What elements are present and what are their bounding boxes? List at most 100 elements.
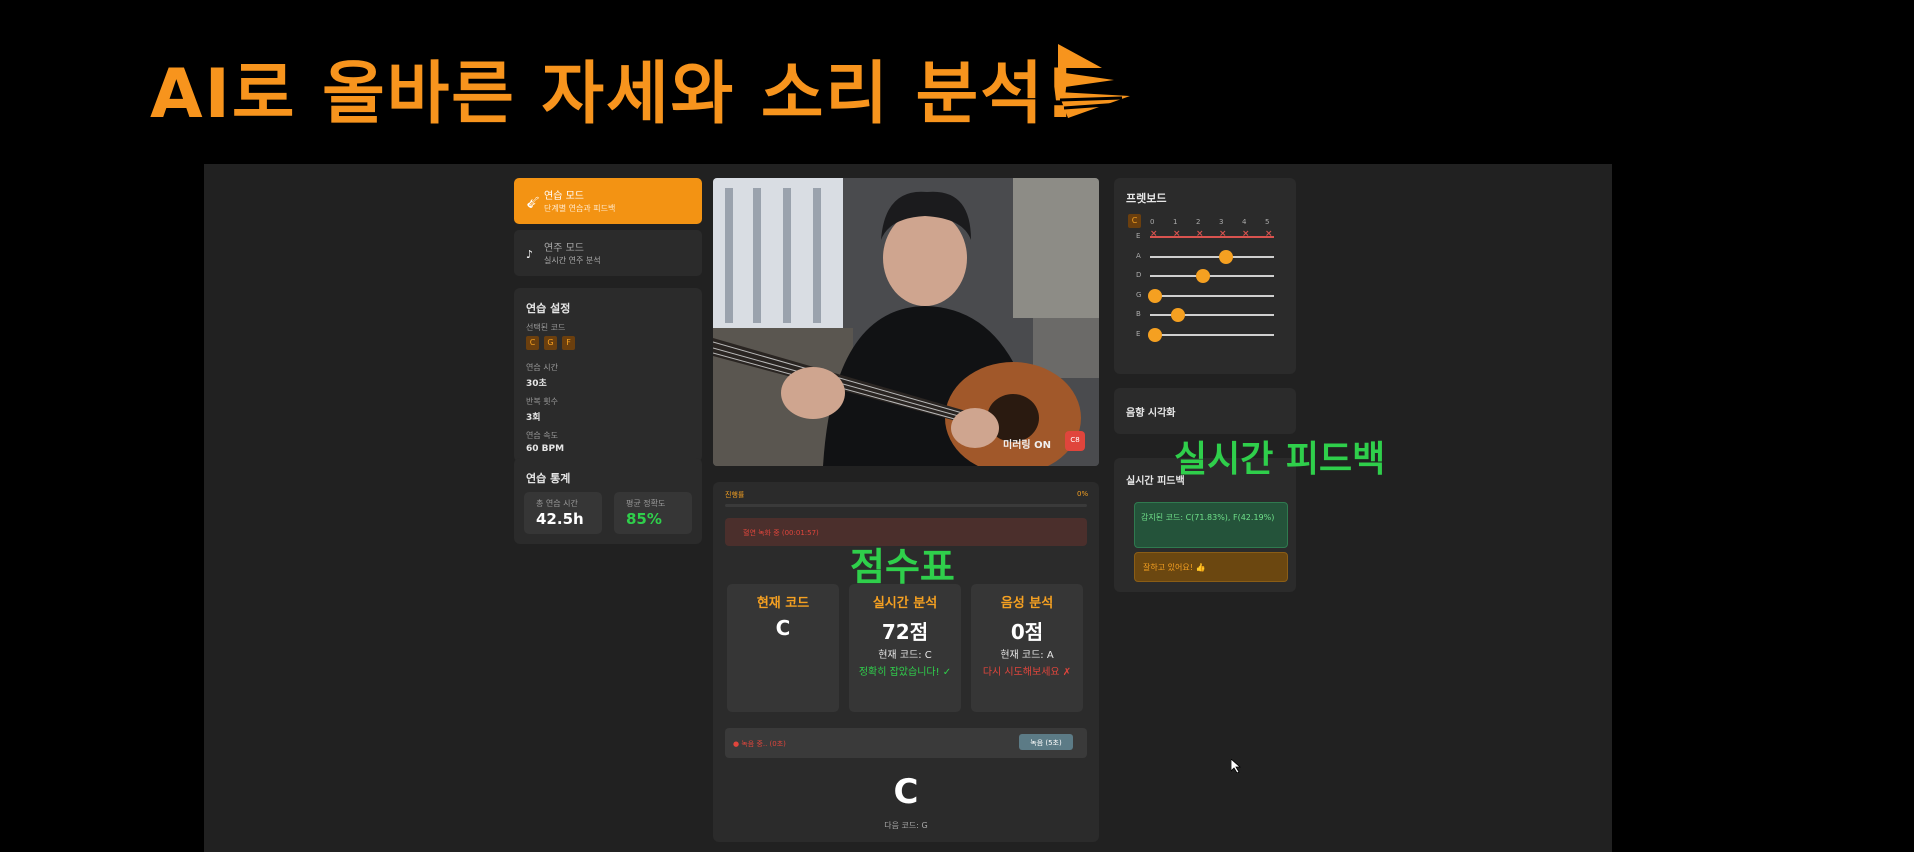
guitar-icon: 🎸︎ (526, 196, 540, 209)
card-main: 72점 (881, 620, 929, 644)
muted-x-icon: × (1219, 229, 1227, 239)
chord-chip[interactable]: F (562, 336, 575, 350)
string-name: E (1136, 232, 1141, 240)
score-board-caption: 점수표 (850, 545, 955, 589)
fretboard-panel: 프렛보드 C 0 1 2 3 4 5 E A D G B E × × × × × × (1114, 178, 1296, 374)
record-button[interactable]: C8 (1065, 431, 1085, 451)
accuracy-value: 85% (626, 510, 662, 528)
muted-x-icon: × (1265, 229, 1273, 239)
string-name: A (1136, 251, 1141, 260)
card-title: 현재 코드 (756, 596, 810, 611)
card-title: 음성 분석 (1000, 596, 1054, 611)
camera-record-icon: C8 (1070, 436, 1080, 444)
string-name: B (1136, 310, 1141, 318)
panel-title: 음향 시각화 (1126, 408, 1176, 419)
fret-number: 2 (1196, 218, 1201, 226)
panel-title: 프렛보드 (1126, 192, 1167, 205)
finger-dot (1219, 249, 1234, 264)
practice-stats-panel: 연습 통계 총 연습 시간 42.5h 평균 정확도 85% (514, 458, 702, 544)
progress-percent: 0% (1077, 490, 1089, 498)
play-arrow-icon (1058, 44, 1130, 118)
fret-number: 1 (1173, 218, 1178, 226)
string-name: D (1136, 271, 1142, 279)
accuracy-box: 평균 정확도 85% (614, 492, 692, 534)
mouse-cursor-icon (1231, 759, 1241, 773)
guitar-string (1150, 275, 1274, 277)
card-feedback: 다시 시도해보세요 ✗ (982, 667, 1072, 678)
chords-label: 선택된 코드 (526, 323, 566, 332)
card-main: C (775, 616, 791, 640)
finger-dot (1148, 288, 1162, 303)
current-chord-display: C (893, 772, 919, 812)
realtime-feedback-caption: 실시간 피드백 (1174, 439, 1386, 480)
detected-chord-text: 감지된 코드: C(71.83%), F(42.19%) (1141, 513, 1275, 522)
practice-settings-panel: 연습 설정 선택된 코드 C G F 연습 시간 30초 반복 횟수 3회 연습… (514, 288, 702, 462)
recording-bar: ● 녹음 중.. (0초) 녹음 (5초) (725, 728, 1087, 758)
muted-x-icon: × (1242, 229, 1250, 239)
chord-chip[interactable]: G (544, 336, 557, 350)
string-name: E (1136, 329, 1141, 338)
music-note-icon: ♪ (526, 248, 534, 261)
fret-number: 3 (1219, 218, 1224, 226)
sound-visual-panel: 음향 시각화 (1114, 388, 1296, 434)
total-time-box: 총 연습 시간 42.5h (524, 492, 602, 534)
camera-feed: 미러링 ON C8 (713, 178, 1099, 466)
accuracy-label: 평균 정확도 (626, 499, 666, 508)
time-value: 30초 (526, 379, 547, 389)
guitar-string (1150, 314, 1274, 316)
repeat-label: 반복 횟수 (526, 397, 558, 406)
guitar-string (1150, 255, 1274, 258)
finger-dot (1148, 327, 1162, 342)
guitar-string (1150, 333, 1274, 336)
chord-badge: C (1128, 214, 1141, 228)
app-window: 🎸︎ 연습 모드 단계별 연습과 피드백 ♪ 연주 모드 실시간 연주 분석 연… (204, 164, 1612, 852)
tab-title: 연습 모드 (544, 191, 584, 202)
encourage-text: 잘하고 있어요! 👍 (1143, 563, 1206, 572)
finger-dot (1171, 308, 1185, 322)
muted-x-icon: × (1173, 229, 1181, 239)
camera-image (713, 178, 1099, 466)
muted-x-icon: × (1150, 229, 1158, 239)
chord-chip[interactable]: C (526, 336, 539, 350)
panel-title: 연습 통계 (526, 472, 571, 485)
progress-track (725, 504, 1087, 507)
realtime-analysis-card: 실시간 분석 72점 현재 코드: C 정확히 잡았습니다! ✓ (849, 584, 961, 712)
tab-subtitle: 단계별 연습과 피드백 (544, 204, 616, 213)
recording-status: ● 녹음 중.. (0초) (733, 740, 786, 748)
string-name: G (1136, 290, 1142, 299)
next-chord-label: 다음 코드: G (884, 821, 928, 830)
recording-banner-text: 혈연 녹화 중 (00:01:57) (743, 529, 819, 537)
total-time-value: 42.5h (536, 510, 584, 528)
guitar-string (1150, 236, 1274, 238)
finger-dot (1196, 269, 1211, 283)
fret-number: 0 (1150, 218, 1155, 226)
card-main: 0점 (1010, 620, 1044, 644)
tab-subtitle: 실시간 연주 분석 (544, 256, 601, 265)
guitar-string (1150, 294, 1274, 297)
current-chord-card: 현재 코드 C (727, 584, 839, 712)
tab-practice-mode[interactable]: 🎸︎ 연습 모드 단계별 연습과 피드백 (514, 178, 702, 224)
fret-number: 5 (1265, 218, 1270, 226)
total-time-label: 총 연습 시간 (536, 499, 578, 508)
card-title: 실시간 분석 (872, 596, 938, 611)
tab-title: 연주 모드 (544, 243, 584, 254)
voice-analysis-card: 음성 분석 0점 현재 코드: A 다시 시도해보세요 ✗ (971, 584, 1083, 712)
card-feedback: 정확히 잡았습니다! ✓ (858, 667, 952, 678)
headline: AI로 올바른 자세와 소리 분석! (150, 55, 1078, 134)
encourage-box: 잘하고 있어요! 👍 (1134, 552, 1288, 582)
record-5s-button[interactable]: 녹음 (5초) (1019, 734, 1073, 750)
repeat-value: 3회 (526, 413, 541, 423)
fret-number: 4 (1242, 218, 1247, 226)
speed-value: 60 BPM (526, 444, 565, 454)
record-5s-label: 녹음 (5초) (1030, 739, 1062, 747)
progress-label: 진행률 (725, 491, 745, 499)
panel-title: 연습 설정 (526, 302, 571, 315)
speed-label: 연습 속도 (526, 431, 558, 440)
card-sub: 현재 코드: C (878, 650, 932, 661)
tab-play-mode[interactable]: ♪ 연주 모드 실시간 연주 분석 (514, 230, 702, 276)
card-sub: 현재 코드: A (1000, 650, 1054, 661)
muted-x-icon: × (1196, 229, 1204, 239)
time-label: 연습 시간 (526, 363, 558, 372)
detected-chord-box: 감지된 코드: C(71.83%), F(42.19%) (1134, 502, 1288, 548)
mirror-toggle[interactable]: 미러링 ON (1003, 436, 1051, 451)
